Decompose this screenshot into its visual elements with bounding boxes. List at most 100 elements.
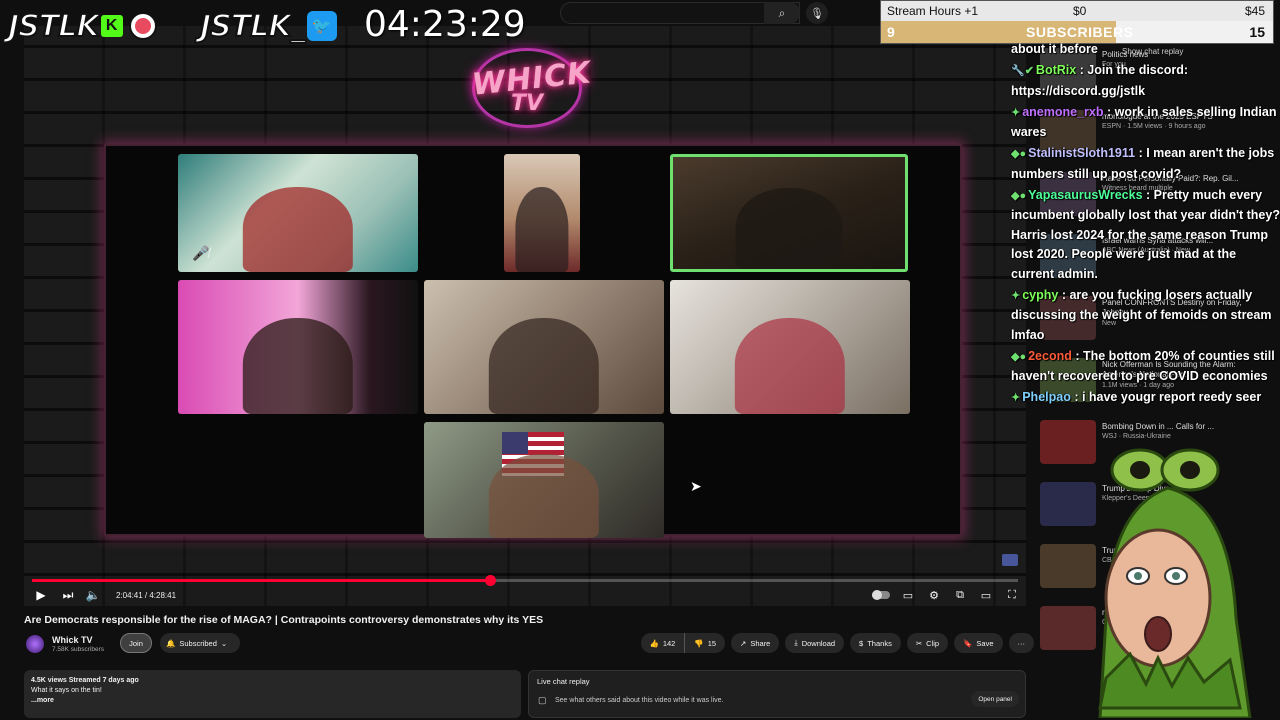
record-icon: [128, 12, 157, 40]
time-display: 2:04:41 / 4:28:41: [116, 590, 177, 600]
autoplay-toggle[interactable]: [872, 590, 890, 600]
live-chat-replay-box: Live chat replay ▢ See what others said …: [528, 670, 1026, 718]
more-actions-button[interactable]: ···: [1008, 633, 1034, 653]
chat-username[interactable]: 2econd: [1028, 349, 1072, 363]
subs-label: SUBSCRIBERS: [1026, 24, 1134, 40]
chat-replay-description: See what others said about this video wh…: [555, 697, 724, 704]
participant-figure: [734, 317, 846, 414]
chat-username[interactable]: BotRix: [1036, 63, 1076, 77]
thanks-label: Thanks: [867, 638, 892, 648]
chat-message: ◆● 2econd : The bottom 20% of counties st…: [1008, 347, 1280, 387]
thanks-button[interactable]: $ Thanks: [850, 633, 901, 653]
stream-hours-label: Stream Hours +1: [887, 4, 979, 18]
miniplayer-icon: ⧉: [956, 588, 964, 601]
microphone-icon: 🎙: [810, 7, 824, 20]
play-button[interactable]: ▶: [24, 584, 58, 606]
chat-text: : i have yougr report reedy seer: [1070, 390, 1262, 404]
chevron-down-icon: ⌄: [220, 638, 228, 648]
thumbs-up-icon: 👍: [649, 638, 659, 648]
stream-chat-overlay: about it before 🔧✔ BotRix : Join the disco…: [1008, 40, 1280, 410]
recommended-video-info: Bombing Down in ... Calls for ... WSJ · R…: [1102, 422, 1272, 441]
volume-button[interactable]: 🔈: [78, 584, 108, 606]
progress-bar[interactable]: [32, 575, 1018, 586]
next-button[interactable]: ⏭: [58, 584, 78, 606]
next-icon: ⏭: [62, 587, 74, 602]
chat-message: ◆● YapasaurusWrecks : Pretty much every i…: [1008, 186, 1280, 285]
brand-text: JSTLK: [7, 8, 101, 45]
show-more-link[interactable]: ...more: [31, 696, 514, 706]
subathon-goal-panel: Stream Hours +1 $0 $45 9 SUBSCRIBERS 15: [880, 0, 1274, 44]
bell-icon: 🔔: [166, 638, 176, 648]
share-icon: ↗: [740, 638, 747, 648]
neon-channel-logo: WHICK TV: [470, 48, 593, 128]
chat-badge-icon: ◆●: [1011, 350, 1027, 363]
recommended-video-title[interactable]: Bombing Down in ... Calls for ...: [1102, 422, 1214, 431]
download-button[interactable]: ⤓ Download: [785, 633, 845, 653]
more-icon: ···: [1017, 638, 1026, 648]
chat-username[interactable]: YapasaurusWrecks: [1028, 188, 1142, 202]
chat-replay-title: Live chat replay: [537, 677, 590, 686]
chat-username[interactable]: Phelpao: [1022, 390, 1071, 404]
clip-button[interactable]: ✂ Clip: [906, 633, 949, 653]
open-mouth: [1144, 616, 1172, 652]
search-button[interactable]: ⌕: [764, 2, 800, 24]
gear-icon: ⚙: [929, 589, 939, 602]
subscribed-label: Subscribed: [179, 638, 217, 648]
chat-username[interactable]: cyphy: [1022, 288, 1058, 302]
theater-mode-button[interactable]: ▭: [978, 584, 994, 606]
face-right-iris: [1172, 572, 1180, 580]
mic-muted-icon: 🎤̸: [192, 245, 210, 261]
kick-logo-icon: K: [100, 15, 123, 37]
donation-goal-row: Stream Hours +1 $0 $45: [881, 1, 1273, 21]
subscribed-button[interactable]: 🔔 Subscribed ⌄: [160, 633, 240, 653]
chat-username[interactable]: anemone_rxb: [1022, 105, 1103, 119]
view-stats: 4.5K views Streamed 7 days ago: [31, 677, 139, 684]
save-label: Save: [976, 638, 994, 648]
subs-goal: 15: [1249, 24, 1265, 40]
chat-message: ◆● StalinistSloth1911 : I mean aren't the…: [1008, 144, 1280, 184]
volume-icon: 🔈: [85, 588, 101, 602]
chat-badge-icon: ◆●: [1011, 189, 1027, 202]
description-box[interactable]: 4.5K views Streamed 7 days ago What it s…: [24, 670, 521, 718]
chat-message: ✦ cyphy : are you fucking losers actually…: [1008, 286, 1280, 346]
channel-avatar[interactable]: [26, 635, 44, 653]
video-call-grid: 🎤̸: [104, 144, 962, 538]
description-text: What it says on the tin!: [31, 687, 102, 695]
miniplayer-button[interactable]: ⧉: [952, 584, 968, 606]
download-label: Download: [801, 638, 836, 648]
channel-watermark-icon: [1002, 554, 1018, 566]
theater-icon: ▭: [980, 589, 992, 602]
voice-search-button[interactable]: 🎙: [806, 2, 828, 24]
clip-label: Clip: [926, 638, 940, 648]
participant-tile: [424, 422, 664, 538]
save-button[interactable]: 🔖 Save: [954, 633, 1003, 653]
share-button[interactable]: ↗ Share: [731, 633, 780, 653]
participant-figure: [242, 187, 354, 272]
participant-figure: [242, 317, 354, 414]
join-button[interactable]: Join: [120, 633, 152, 653]
like-button[interactable]: 👍 142: [640, 633, 686, 653]
participant-figure: [515, 187, 569, 272]
chat-badge-icon: ✦: [1011, 289, 1021, 302]
participant-tile: [670, 280, 910, 414]
settings-button[interactable]: ⚙: [926, 584, 942, 606]
mouse-cursor-icon: ➤: [690, 478, 702, 494]
participant-tile-active-speaker: [670, 154, 908, 272]
face-left-iris: [1134, 572, 1142, 580]
thanks-icon: $: [859, 638, 864, 648]
dislike-button[interactable]: 👎 15: [685, 633, 726, 653]
chat-message: about it before: [1008, 40, 1280, 60]
scissors-icon: ✂: [915, 638, 923, 648]
open-panel-button[interactable]: Open panel: [971, 691, 1019, 707]
fullscreen-button[interactable]: ⛶: [1004, 584, 1020, 606]
twitter-bird-icon: 🐦: [306, 11, 337, 41]
chat-message: 🔧✔ BotRix : Join the discord: https://dis…: [1008, 61, 1280, 101]
video-player[interactable]: WHICK TV 🎤̸ ➤ ▶ ⏭ 🔈 2:04:41 / 4:28:41 ▭ …: [24, 26, 1026, 606]
captions-button[interactable]: ▭: [900, 584, 916, 606]
participant-tile: [424, 280, 664, 414]
streamer-brand-kick: JSTLK K: [7, 8, 157, 45]
chat-badge-icon: ✦: [1011, 392, 1021, 404]
channel-name[interactable]: Whick TV: [52, 635, 93, 645]
chat-username[interactable]: StalinistSloth1911: [1028, 146, 1135, 160]
progress-fill: [32, 579, 491, 582]
